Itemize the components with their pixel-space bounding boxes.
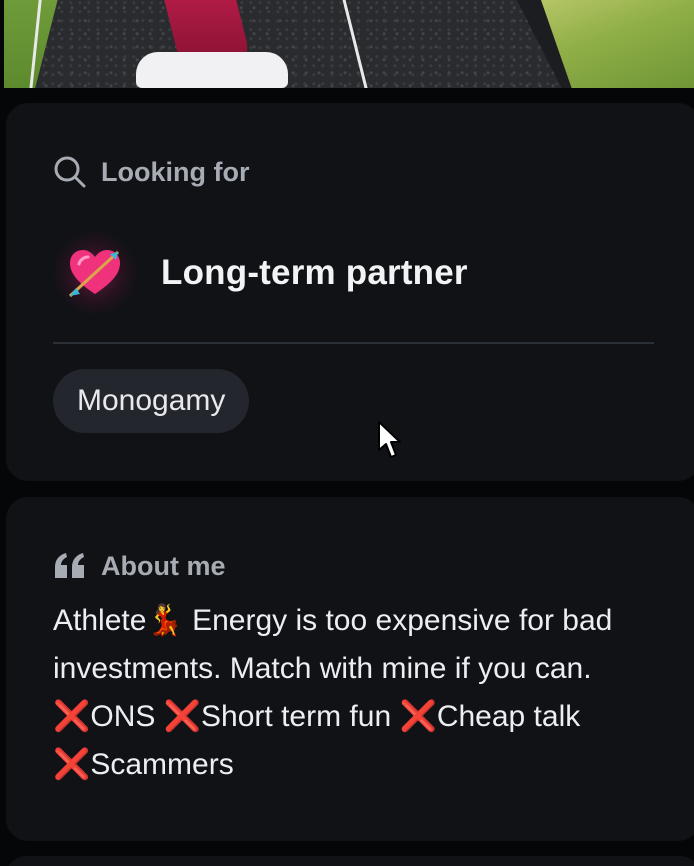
about-me-header: About me [53, 549, 226, 583]
looking-for-header: Looking for [53, 155, 249, 189]
heart-arrow-icon [53, 231, 137, 315]
quote-icon [53, 549, 87, 583]
profile-page: Looking for Long-term partner Monogamy A… [0, 0, 694, 866]
search-icon [53, 155, 87, 189]
mouse-pointer-icon [378, 421, 401, 458]
bio-text: Athlete💃 Energy is too expensive for bad… [53, 604, 613, 781]
monogamy-tag[interactable]: Monogamy [53, 369, 250, 433]
looking-for-heading: Looking for [101, 156, 250, 187]
profile-photo[interactable] [4, 0, 694, 88]
relationship-goal: Long-term partner [53, 231, 468, 315]
next-card [6, 856, 694, 866]
about-me-card: About me Athlete💃 Energy is too expensiv… [6, 497, 694, 841]
section-divider [53, 342, 654, 344]
looking-for-card: Looking for Long-term partner Monogamy [6, 103, 694, 481]
about-me-heading: About me [101, 550, 226, 581]
photo-sneakers [136, 52, 288, 88]
photo-track [35, 0, 562, 88]
relationship-goal-title: Long-term partner [161, 253, 468, 292]
